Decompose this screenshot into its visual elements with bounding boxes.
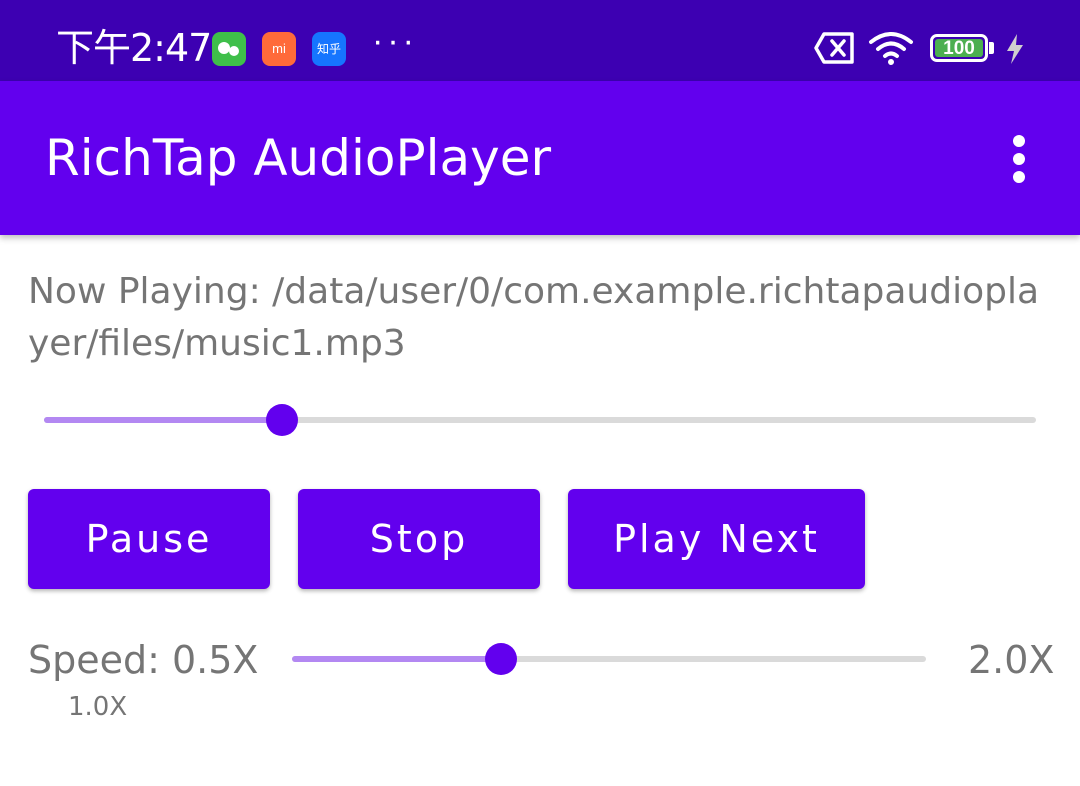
speed-fill xyxy=(292,656,502,662)
now-playing-text: Now Playing: /data/user/0/com.example.ri… xyxy=(28,271,1040,364)
speed-slider[interactable] xyxy=(292,643,926,675)
battery-tip xyxy=(989,42,994,54)
mi-store-label: mi xyxy=(272,41,286,56)
speed-thumb[interactable] xyxy=(485,643,518,675)
battery-level: 100 xyxy=(935,39,983,59)
battery-icon: 100 xyxy=(930,34,988,62)
sim-off-icon xyxy=(814,30,856,71)
status-time: 下午2:47 xyxy=(56,26,212,70)
mi-store-icon: mi xyxy=(262,32,296,66)
progress-slider[interactable] xyxy=(44,404,1036,436)
stop-button[interactable]: Stop xyxy=(298,489,540,589)
more-vert-icon[interactable] xyxy=(996,131,1042,187)
status-bar: 下午2:47 mi 知乎 ··· 100 xyxy=(0,0,1080,81)
zhihu-label: 知乎 xyxy=(316,42,341,56)
more-notifications-icon: ··· xyxy=(372,22,418,60)
charging-icon xyxy=(1004,34,1026,69)
app-title: RichTap AudioPlayer xyxy=(45,129,552,187)
app-bar: RichTap AudioPlayer xyxy=(0,81,1080,235)
progress-thumb[interactable] xyxy=(266,404,299,436)
speed-min-label: Speed: 0.5X xyxy=(28,638,259,682)
wechat-icon xyxy=(212,32,246,66)
speed-current-label: 1.0X xyxy=(68,692,128,722)
speed-max-label: 2.0X xyxy=(968,638,1055,682)
progress-fill xyxy=(44,417,283,423)
play-next-button[interactable]: Play Next xyxy=(568,489,865,589)
zhihu-icon: 知乎 xyxy=(312,32,346,66)
pause-button[interactable]: Pause xyxy=(28,489,270,589)
wifi-icon xyxy=(868,30,914,71)
